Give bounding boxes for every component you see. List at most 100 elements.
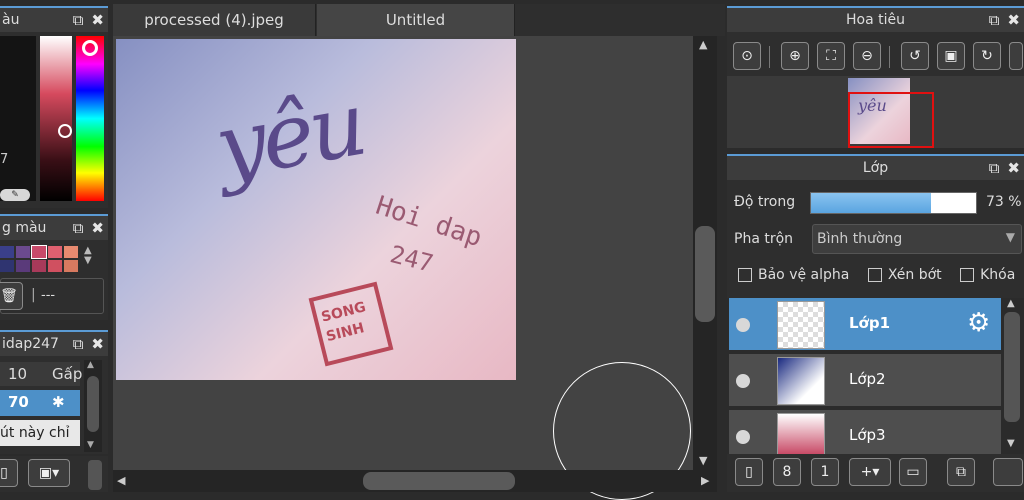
tab-processed[interactable]: processed (4).jpeg [113, 4, 316, 36]
swatch[interactable] [0, 246, 14, 258]
folder-icon[interactable]: ▭ [899, 458, 927, 486]
swatch[interactable] [64, 246, 78, 258]
new-8bit-layer-icon[interactable]: 8 [773, 458, 801, 486]
close-icon[interactable]: ✖ [1007, 11, 1020, 29]
visibility-icon[interactable] [736, 430, 750, 444]
scroll-thumb[interactable] [87, 376, 99, 432]
layer-properties: Độ trong 73 % Pha trộn Bình thường ▼ Bảo… [727, 180, 1024, 298]
gear-icon[interactable]: ⚙ [967, 308, 990, 338]
scroll-down-icon[interactable]: ▼ [87, 440, 94, 450]
layer-thumbnail [777, 301, 825, 349]
opacity-value: 73 % [986, 194, 1022, 210]
layer-toolbar: ▯ 8 1 +▾ ▭ ⧉ [727, 454, 1024, 492]
swatch-row-1 [0, 245, 78, 259]
swatch-panel-title: g màu [2, 220, 47, 236]
swatch[interactable] [0, 260, 14, 272]
navigator-viewport[interactable] [848, 92, 934, 148]
blend-mode-select[interactable]: Bình thường ▼ [812, 224, 1022, 254]
canvas-area[interactable]: yêu Hoi dap 247 SONG SINH [113, 36, 693, 500]
popout-icon[interactable]: ⧉ [73, 219, 84, 237]
brush-tooltip: út này chỉ [0, 420, 80, 446]
new-file-icon[interactable]: ▯ [0, 459, 18, 487]
trash-icon[interactable]: 🗑 [0, 282, 23, 310]
color-value-label: 7 [0, 152, 9, 167]
saturation-value-slider[interactable] [40, 36, 72, 201]
brush-panel-title: idap247 [2, 336, 59, 352]
zoom-actual-icon[interactable]: ⊙ [733, 42, 761, 70]
layer-row-1[interactable]: Lớp1 ⚙ [729, 298, 1001, 352]
swatch-panel-header: g màu ⧉ ✖ [0, 214, 108, 240]
reset-rotation-icon[interactable]: ▣ [937, 42, 965, 70]
rotate-left-icon[interactable]: ↺ [901, 42, 929, 70]
fit-screen-icon[interactable]: ⛶ [817, 42, 845, 70]
swatch[interactable] [48, 260, 62, 272]
scroll-down-icon[interactable]: ▼ [1007, 438, 1015, 449]
layer-row-3[interactable]: Lớp3 [729, 410, 1001, 454]
scroll-up-icon[interactable]: ▲ [699, 38, 707, 51]
image-canvas[interactable]: yêu Hoi dap 247 SONG SINH [116, 39, 516, 380]
swatch[interactable] [31, 245, 47, 259]
protect-alpha-checkbox[interactable]: Bảo vệ alpha [738, 267, 849, 283]
swatch[interactable] [64, 260, 78, 272]
opacity-slider[interactable] [810, 192, 977, 214]
lock-checkbox[interactable]: Khóa [960, 267, 1015, 283]
color-panel: 7 ✎ [0, 32, 108, 208]
sv-picker-handle[interactable] [58, 124, 72, 138]
hue-picker-handle[interactable] [82, 40, 98, 56]
gear-icon[interactable]: ✱ [52, 393, 65, 411]
layer-name: Lớp2 [849, 370, 886, 388]
new-1bit-layer-icon[interactable]: 1 [811, 458, 839, 486]
clipping-checkbox[interactable]: Xén bớt [867, 267, 942, 283]
rotate-right-icon[interactable]: ↻ [973, 42, 1001, 70]
hue-slider[interactable] [76, 36, 104, 201]
navigator-preview[interactable]: yêu [727, 76, 1024, 148]
zoom-in-icon[interactable]: ⊕ [781, 42, 809, 70]
layer-row-2[interactable]: Lớp2 [729, 354, 1001, 408]
scroll-thumb[interactable] [363, 472, 515, 490]
brush-row[interactable]: 10 Gấp [0, 362, 82, 386]
close-icon[interactable]: ✖ [91, 11, 104, 29]
brush-row-selected[interactable]: 70 ✱ [0, 390, 80, 416]
popout-icon[interactable]: ⧉ [989, 11, 1000, 29]
scroll-up-icon[interactable]: ▲ [1007, 298, 1015, 309]
more-icon[interactable] [993, 458, 1023, 486]
tab-untitled[interactable]: Untitled [317, 4, 515, 36]
scroll-thumb[interactable] [1004, 312, 1020, 422]
separator [889, 46, 890, 68]
close-icon[interactable]: ✖ [91, 335, 104, 353]
separator: | [31, 287, 36, 303]
flip-icon[interactable] [1009, 42, 1023, 70]
duplicate-layer-icon[interactable]: ⧉ [947, 458, 975, 486]
visibility-icon[interactable] [736, 318, 750, 332]
canvas-horizontal-scrollbar[interactable]: ◀ ▶ [113, 470, 717, 492]
brush-size-value: 70 [8, 393, 29, 411]
scroll-down-icon[interactable]: ▼ [699, 454, 707, 467]
popout-icon[interactable]: ⧉ [989, 159, 1000, 177]
new-layer-icon[interactable]: ▯ [735, 458, 763, 486]
add-layer-dropdown-icon[interactable]: +▾ [849, 458, 891, 486]
swatch[interactable] [48, 246, 62, 258]
swatch-scroll-arrows[interactable]: ▲ ▼ [84, 246, 92, 266]
close-icon[interactable]: ✖ [1007, 159, 1020, 177]
opacity-label: Độ trong [734, 194, 796, 210]
popout-icon[interactable]: ⧉ [73, 335, 84, 353]
swatch[interactable] [32, 260, 46, 272]
swatch-panel: ▲ ▼ 🗑 | --- [0, 240, 108, 320]
canvas-vertical-scrollbar[interactable]: ▲ ▼ [693, 36, 717, 470]
swatch[interactable] [16, 260, 30, 272]
scroll-left-icon[interactable]: ◀ [117, 474, 125, 487]
brush-scrollbar[interactable]: ▲ ▼ [84, 360, 102, 452]
zoom-out-icon[interactable]: ⊖ [853, 42, 881, 70]
scroll-right-icon[interactable]: ▶ [701, 474, 709, 487]
save-dropdown-icon[interactable]: ▣▾ [28, 459, 70, 487]
visibility-icon[interactable] [736, 374, 750, 388]
protect-alpha-label: Bảo vệ alpha [758, 267, 850, 283]
scroll-thumb[interactable] [695, 226, 715, 322]
close-icon[interactable]: ✖ [91, 219, 104, 237]
eyedropper-icon[interactable]: ✎ [0, 189, 30, 201]
swatch[interactable] [16, 246, 30, 258]
layer-scrollbar[interactable]: ▲ ▼ [1001, 298, 1023, 454]
scroll-up-icon[interactable]: ▲ [87, 360, 94, 370]
resize-handle[interactable] [88, 460, 102, 490]
popout-icon[interactable]: ⧉ [73, 11, 84, 29]
